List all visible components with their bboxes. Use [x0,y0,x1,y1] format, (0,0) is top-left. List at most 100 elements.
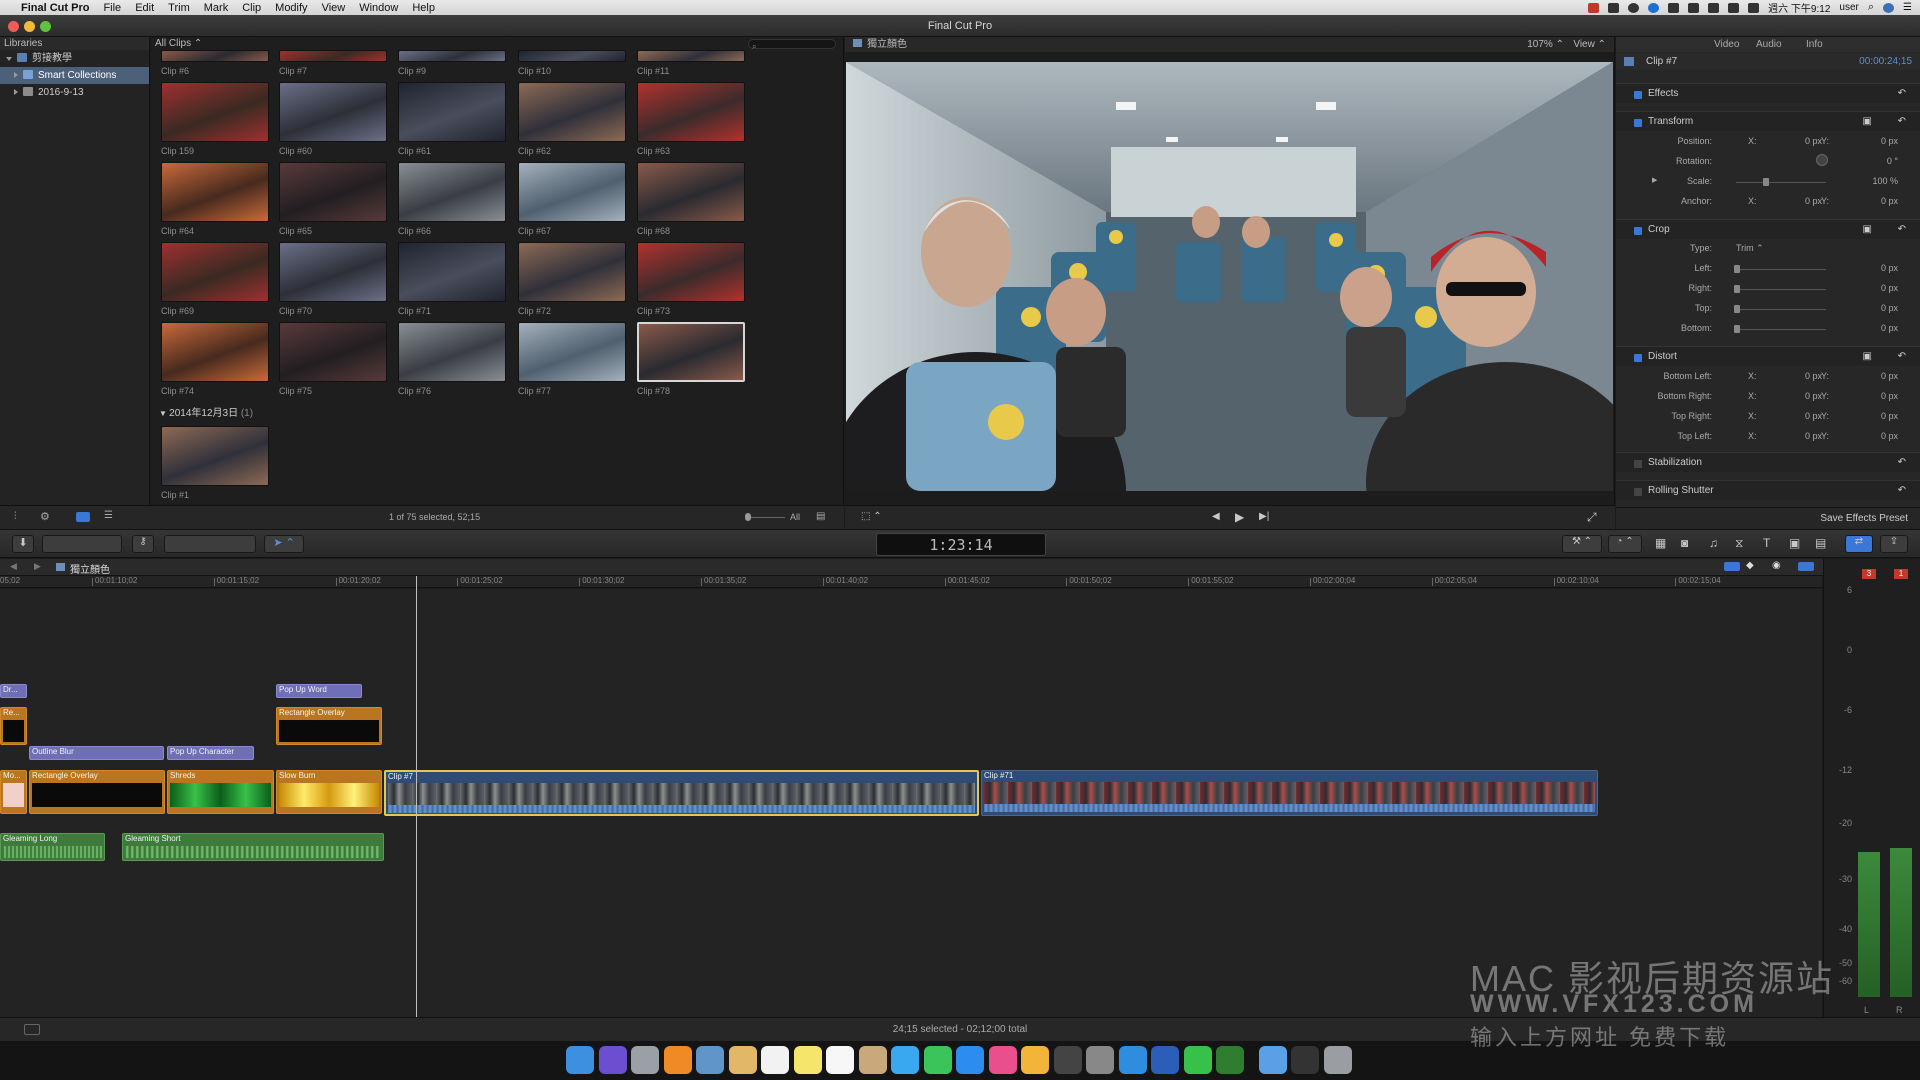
stabilization-section[interactable]: Stabilization ↶ [1616,452,1920,472]
titles-browser-icon[interactable]: T [1763,536,1770,550]
clip-thumbnail[interactable] [637,162,745,222]
menu-mark[interactable]: Mark [197,2,235,14]
effects-reset-icon[interactable]: ↶ [1898,84,1906,104]
position-x-value[interactable]: 0 px [1786,136,1822,146]
themes-browser-icon[interactable]: ▤ [1815,536,1826,550]
menu-user[interactable]: user [1839,2,1858,13]
browser-clip[interactable]: Clip #6 [161,50,269,76]
clip-thumbnail[interactable] [398,242,506,302]
generator-clip-re[interactable]: Re... [0,707,27,745]
calendar-icon[interactable] [761,1046,789,1074]
browser-clip[interactable]: Clip 159 [161,82,269,156]
browser-clip[interactable]: Clip #62 [518,82,626,156]
action-gear-icon[interactable]: ⚙ [40,510,50,523]
clip-thumbnail[interactable] [637,242,745,302]
timeline-ruler[interactable]: 05;02 00:01:10;02 00:01:15;02 00:01:20;02 00… [0,576,1822,588]
word-icon[interactable] [1151,1046,1179,1074]
distort-top-left-y-value[interactable]: 0 px [1862,431,1898,441]
trash-icon[interactable] [1323,1046,1352,1074]
solo-icon[interactable]: ◉ [1772,560,1781,571]
play-icon[interactable]: ▶ [1235,510,1244,524]
menu-view[interactable]: View [315,2,353,14]
filmstrip-view-icon[interactable] [76,512,90,522]
crop-bottom-value[interactable]: 0 px [1862,323,1898,333]
browser-clip[interactable]: Clip #60 [279,82,387,156]
app-menu[interactable]: Final Cut Pro [14,2,96,14]
status-app-icon[interactable] [1588,2,1600,13]
browser-clip[interactable]: Clip #7 [279,50,387,76]
preview-icon[interactable] [696,1046,724,1074]
close-window-button[interactable] [8,21,19,32]
crop-type-dropdown[interactable]: Trim ⌃ [1736,243,1764,254]
browser-clip[interactable]: Clip #9 [398,50,506,76]
clip-thumbnail[interactable] [161,162,269,222]
clip-thumbnail[interactable] [279,162,387,222]
menu-file[interactable]: File [96,2,128,14]
transform-checkbox[interactable] [1634,119,1642,127]
rolling-shutter-section[interactable]: Rolling Shutter ↶ [1616,480,1920,500]
status-sync-icon[interactable] [1628,2,1640,13]
transform-tool-icon[interactable]: ⬚ ⌃ [861,511,882,522]
clip-thumbnail[interactable] [279,82,387,142]
scale-slider-knob[interactable] [1763,178,1769,186]
music-browser-icon[interactable]: ♫ [1709,536,1718,550]
browser-clip[interactable]: Clip #64 [161,162,269,236]
status-eject-icon[interactable] [1728,2,1740,13]
crop-reset-icon[interactable]: ↶ [1898,220,1906,240]
safari-icon[interactable] [1118,1046,1147,1074]
forward-icon[interactable]: ▶ [34,561,41,572]
clip-thumbnail[interactable] [637,50,745,62]
stickies-icon[interactable] [793,1046,822,1074]
status-wifi-icon[interactable] [1688,2,1700,13]
clip-thumbnail[interactable] [279,50,387,62]
app-store-icon[interactable] [956,1046,984,1074]
video-clip-7[interactable]: Clip #7 [384,770,979,816]
clip-thumbnail[interactable] [398,322,506,382]
distort-reset-icon[interactable]: ↶ [1898,347,1906,367]
menu-edit[interactable]: Edit [128,2,161,14]
status-airplay-icon[interactable] [1708,2,1720,13]
browser-clip[interactable]: Clip #1 [161,426,269,500]
title-clip-pop-up-word[interactable]: Pop Up Word [276,684,362,698]
browser-clip[interactable]: Clip #74 [161,322,269,396]
retime-button[interactable]: ◔ ⌃ [1608,535,1642,553]
audio-skimming-icon[interactable]: ◆ [1746,560,1754,571]
library-toggle-icon[interactable]: ⫶ [14,511,17,522]
clip-appearance-icon[interactable]: ▤ [816,511,825,522]
disclosure-open-icon[interactable] [6,57,12,61]
crop-right-slider[interactable] [1736,289,1826,290]
clip-thumbnail[interactable] [161,82,269,142]
rolling-shutter-reset-icon[interactable]: ↶ [1898,481,1906,501]
status-bluetooth-icon[interactable] [1648,2,1660,13]
clip-thumbnail[interactable] [279,322,387,382]
crop-section[interactable]: Crop ▣ ↶ [1616,219,1920,239]
generator-clip-mo[interactable]: Mo... [0,770,27,814]
browser-clip[interactable]: Clip #61 [398,82,506,156]
photos-browser-icon[interactable]: ◙ [1681,536,1688,550]
scale-slider[interactable] [1736,182,1826,183]
status-clock-icon[interactable] [1668,2,1680,13]
distort-bottom-left-x-value[interactable]: 0 px [1786,371,1822,381]
next-frame-icon[interactable]: ▶| [1259,511,1269,522]
menu-help[interactable]: Help [405,2,442,14]
crop-bottom-knob[interactable] [1734,325,1740,333]
crop-bottom-slider[interactable] [1736,329,1826,330]
distort-onscreen-icon[interactable]: ▣ [1863,347,1872,367]
notes-icon[interactable] [728,1046,757,1074]
menu-window[interactable]: Window [352,2,405,14]
snapping-button[interactable] [1798,562,1814,571]
clip-thumbnail[interactable] [279,242,387,302]
minimize-window-button[interactable] [24,21,35,32]
share-button[interactable]: ⇪ [1880,535,1908,553]
title-clip-outline-blur[interactable]: Outline Blur [29,746,164,760]
generator-clip-rectangle-overlay[interactable]: Rectangle Overlay [276,707,382,745]
clip-thumbnail[interactable] [518,322,626,382]
video-frame[interactable] [846,62,1613,491]
date-group-header[interactable]: ▼ 2014年12月3日 (1) [159,404,253,419]
browser-clip[interactable]: Clip #73 [637,242,745,316]
list-view-icon[interactable]: ☰ [104,510,113,521]
browser-clip[interactable]: Clip #68 [637,162,745,236]
clip-thumbnail[interactable] [518,50,626,62]
transform-section[interactable]: Transform ▣ ↶ [1616,111,1920,131]
browser-clip[interactable]: Clip #78 [637,322,745,396]
